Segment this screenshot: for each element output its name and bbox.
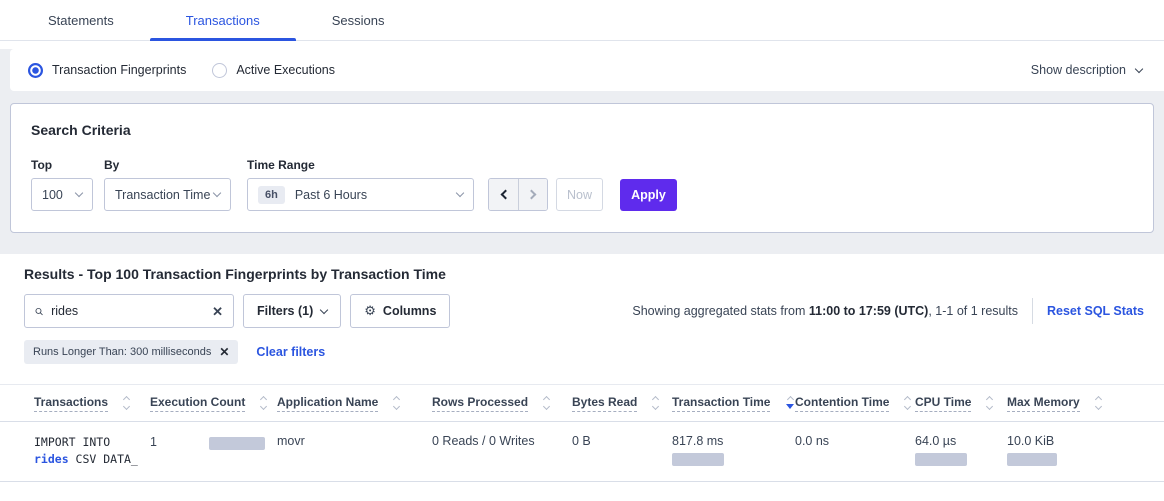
by-label: By (104, 158, 231, 172)
radio-selected-icon (28, 63, 43, 78)
remove-filter-icon[interactable]: ✕ (219, 345, 229, 359)
sort-icon (987, 397, 992, 409)
chevron-left-icon (500, 190, 510, 200)
sort-icon (544, 397, 549, 409)
execution-count-bar (209, 437, 265, 450)
max-memory-cell: 10.0 KiB (1007, 434, 1154, 466)
by-field: By Transaction Time (104, 158, 231, 211)
search-box: ✕ (24, 294, 234, 328)
search-icon (35, 305, 43, 318)
tab-transactions[interactable]: Transactions (150, 0, 296, 40)
time-range-badge: 6h (258, 186, 285, 204)
radio-unselected-icon (212, 63, 227, 78)
time-range-next-button[interactable] (518, 179, 547, 210)
top-select[interactable]: 100 (31, 178, 93, 211)
active-filters-row: Runs Longer Than: 300 milliseconds ✕ Cle… (0, 340, 1164, 364)
stats-time-range: 11:00 to 17:59 (UTC) (809, 304, 928, 318)
filters-button-label: Filters (1) (257, 304, 313, 318)
sort-icon (261, 397, 266, 409)
chevron-right-icon (527, 190, 537, 200)
chevron-down-icon (320, 305, 328, 313)
time-range-select[interactable]: 6h Past 6 Hours (247, 178, 474, 211)
time-range-value: Past 6 Hours (295, 188, 367, 202)
bytes-read-cell: 0 B (572, 434, 672, 448)
cpu-time-bar (915, 453, 967, 466)
search-criteria-title: Search Criteria (31, 122, 1133, 138)
sort-icon (905, 397, 910, 409)
results-controls-row: ✕ Filters (1) ⚙ Columns Showing aggregat… (0, 294, 1164, 328)
chevron-down-icon (1135, 64, 1143, 72)
sort-icon (653, 397, 658, 409)
column-header-rows-processed[interactable]: Rows Processed (432, 385, 572, 421)
clear-filters-link[interactable]: Clear filters (256, 345, 325, 359)
gear-icon: ⚙ (364, 304, 376, 319)
aggregated-stats-text: Showing aggregated stats from 11:00 to 1… (632, 304, 1018, 318)
tab-sessions[interactable]: Sessions (296, 0, 421, 40)
table-header-row: Transactions Execution Count Application… (0, 385, 1164, 422)
sql-activity-tabbar: Statements Transactions Sessions (0, 0, 1164, 41)
radio-label: Active Executions (236, 63, 335, 77)
radio-transaction-fingerprints[interactable]: Transaction Fingerprints (28, 63, 186, 78)
column-header-contention-time[interactable]: Contention Time (795, 385, 915, 421)
column-header-max-memory[interactable]: Max Memory (1007, 385, 1154, 421)
clear-search-icon[interactable]: ✕ (212, 305, 223, 318)
columns-button[interactable]: ⚙ Columns (350, 294, 450, 328)
chevron-down-icon (75, 189, 83, 197)
view-toggle-card: Transaction Fingerprints Active Executio… (10, 49, 1164, 91)
top-section: Transaction Fingerprints Active Executio… (0, 49, 1164, 254)
time-range-label: Time Range (247, 158, 474, 172)
top-select-value: 100 (42, 188, 63, 202)
columns-button-label: Columns (383, 304, 436, 318)
cpu-time-cell: 64.0 µs (915, 434, 1007, 466)
results-section: Results - Top 100 Transaction Fingerprin… (0, 254, 1164, 482)
by-select-value: Transaction Time (115, 188, 210, 202)
radio-label: Transaction Fingerprints (52, 63, 186, 77)
column-header-cpu-time[interactable]: CPU Time (915, 385, 1007, 421)
transaction-fingerprint-link[interactable]: IMPORT INTO rides CSV DATA_ (34, 434, 150, 468)
show-description-toggle[interactable]: Show description (1031, 63, 1142, 77)
transaction-time-bar (672, 453, 724, 466)
sort-icon (786, 397, 794, 409)
application-name-cell: movr (277, 434, 432, 448)
max-memory-bar (1007, 453, 1057, 466)
filter-pill: Runs Longer Than: 300 milliseconds ✕ (24, 340, 238, 364)
column-header-transactions[interactable]: Transactions (34, 385, 150, 421)
time-range-pager (488, 178, 548, 211)
rows-processed-cell: 0 Reads / 0 Writes (432, 434, 572, 448)
divider (1032, 298, 1033, 324)
filter-pill-label: Runs Longer Than: 300 milliseconds (33, 346, 211, 358)
column-header-application-name[interactable]: Application Name (277, 385, 432, 421)
sort-icon (124, 397, 129, 409)
time-range-field: Time Range 6h Past 6 Hours (247, 158, 474, 211)
transactions-table: Transactions Execution Count Application… (0, 384, 1164, 482)
contention-time-cell: 0.0 ns (795, 434, 915, 448)
chevron-down-icon (213, 189, 221, 197)
tab-statements[interactable]: Statements (12, 0, 150, 40)
radio-active-executions[interactable]: Active Executions (212, 63, 335, 78)
search-criteria-card: Search Criteria Top 100 By Transaction T… (10, 103, 1154, 233)
transaction-time-cell: 817.8 ms (672, 434, 795, 466)
filters-button[interactable]: Filters (1) (243, 294, 341, 328)
table-row: IMPORT INTO rides CSV DATA_ 1 movr 0 Rea… (0, 422, 1164, 482)
search-match-highlight: rides (34, 452, 69, 466)
apply-button[interactable]: Apply (620, 179, 677, 211)
chevron-down-icon (456, 189, 464, 197)
search-input[interactable] (51, 304, 212, 318)
results-heading: Results - Top 100 Transaction Fingerprin… (0, 266, 1164, 282)
top-label: Top (31, 158, 93, 172)
column-header-transaction-time[interactable]: Transaction Time (672, 385, 795, 421)
time-range-prev-button[interactable] (489, 179, 518, 210)
sort-icon (1096, 397, 1101, 409)
now-button[interactable]: Now (556, 178, 603, 211)
execution-count-cell: 1 (150, 434, 277, 450)
by-select[interactable]: Transaction Time (104, 178, 231, 211)
top-field: Top 100 (31, 158, 93, 211)
column-header-bytes-read[interactable]: Bytes Read (572, 385, 672, 421)
column-header-execution-count[interactable]: Execution Count (150, 385, 277, 421)
sort-icon (394, 397, 399, 409)
reset-sql-stats-link[interactable]: Reset SQL Stats (1047, 304, 1144, 318)
show-description-label: Show description (1031, 63, 1126, 77)
